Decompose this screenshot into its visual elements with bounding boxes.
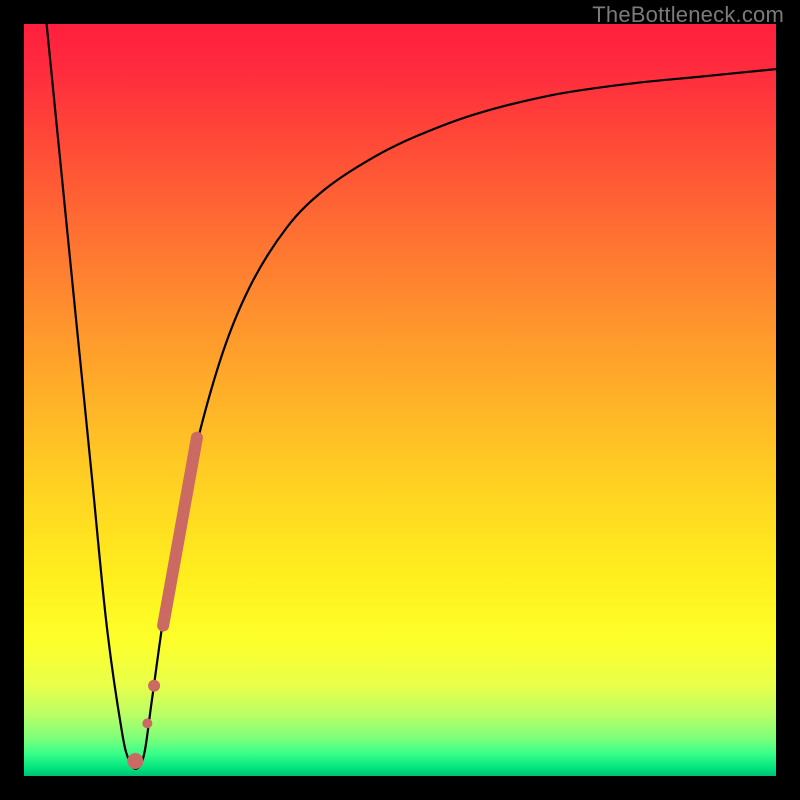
plot-area	[24, 24, 776, 776]
highlight-segment	[163, 438, 197, 626]
attribution-text: TheBottleneck.com	[592, 2, 784, 28]
bottleneck-curve	[47, 24, 776, 769]
highlight-dot-1	[148, 680, 160, 692]
highlight-dot-3	[127, 753, 143, 769]
chart-frame: TheBottleneck.com	[0, 0, 800, 800]
curve-layer	[24, 24, 776, 776]
highlight-dot-2	[142, 718, 152, 728]
